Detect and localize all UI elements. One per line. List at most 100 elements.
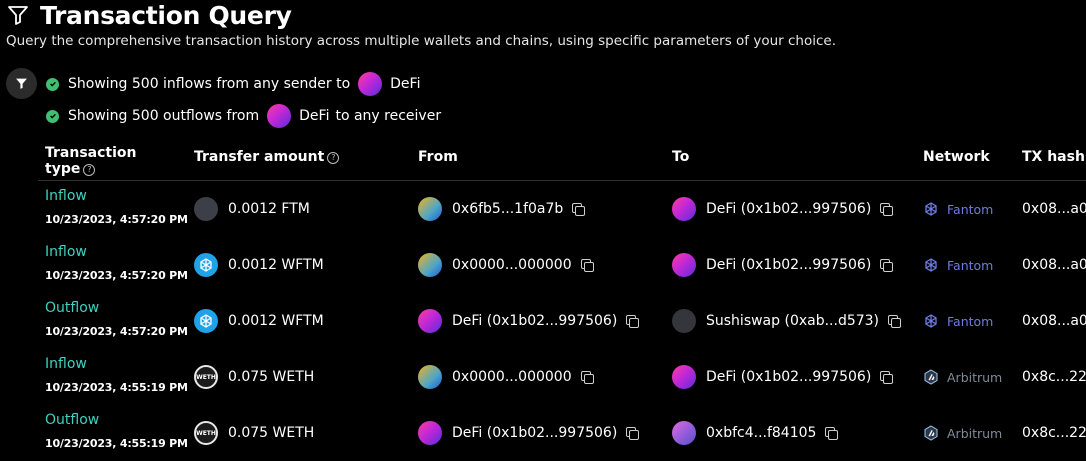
transfer-amount: WETH 0.075 WETH [194,405,314,461]
network: Fantom [923,237,993,293]
to-address[interactable]: 0xbfc4...f84105 [672,405,839,461]
copy-icon[interactable] [626,315,640,328]
copy-icon[interactable] [888,315,902,328]
header-transaction-type[interactable]: Transaction type? [45,145,137,177]
network-name: Arbitrum [947,369,1003,385]
wftm-token-icon [194,309,218,333]
copy-icon[interactable] [572,203,586,216]
address-text[interactable]: 0xbfc4...f84105 [706,425,816,441]
copy-icon[interactable] [825,427,839,440]
ftm-token-icon [194,197,218,221]
inflow-filter[interactable]: Showing 500 inflows from any sender to D… [46,72,420,96]
transaction-date: 10/23/2023, 4:57:20 PM [45,213,188,226]
copy-icon[interactable] [580,371,594,384]
copy-icon[interactable] [580,259,594,272]
tx-hash[interactable]: 0x8c...22 [1022,405,1086,461]
network-name: Arbitrum [947,425,1003,441]
transaction-type[interactable]: Outflow [45,412,99,428]
tx-hash[interactable]: 0x08...a0 [1022,237,1086,293]
transfer-amount: 0.0012 WFTM [194,293,324,349]
address-text[interactable]: DeFi (0x1b02...997506) [706,201,871,217]
header-label: Transfer amount [194,149,325,165]
entity-name[interactable]: DeFi [299,108,329,124]
address-avatar-icon [418,365,442,389]
header-transfer-amount[interactable]: Transfer amount? [194,149,340,165]
transfer-amount: WETH 0.075 WETH [194,349,314,405]
address-text[interactable]: 0x6fb5...1f0a7b [452,201,563,217]
entity-avatar-icon [358,72,383,96]
table-row[interactable]: Outflow 10/23/2023, 4:55:19 PM WETH 0.07… [0,405,1086,461]
address-text[interactable]: DeFi (0x1b02...997506) [706,369,871,385]
transaction-type[interactable]: Outflow [45,300,99,316]
filter-text: Showing 500 outflows from [68,108,260,124]
network: Arbitrum [923,349,1002,405]
copy-icon[interactable] [880,259,894,272]
transaction-type[interactable]: Inflow [45,244,87,260]
address-text[interactable]: DeFi (0x1b02...997506) [706,257,871,273]
copy-icon[interactable] [626,427,640,440]
transaction-type[interactable]: Inflow [45,188,87,204]
fantom-icon [923,201,939,217]
weth-token-icon: WETH [194,421,218,445]
filter-button[interactable] [6,68,37,99]
help-icon[interactable]: ? [327,152,340,164]
to-address[interactable]: DeFi (0x1b02...997506) [672,181,894,237]
check-circle-icon [46,109,59,123]
from-address[interactable]: 0x0000...000000 [418,237,594,293]
help-icon[interactable]: ? [83,164,96,176]
from-address[interactable]: 0x6fb5...1f0a7b [418,181,586,237]
header-to[interactable]: To [672,149,689,165]
table-row[interactable]: Inflow 10/23/2023, 4:55:19 PM WETH 0.075… [0,349,1086,405]
outflow-filter[interactable]: Showing 500 outflows from DeFi to any re… [46,104,441,128]
tx-hash[interactable]: 0x08...a0 [1022,181,1086,237]
entity-avatar-icon [672,365,696,389]
from-address[interactable]: 0x0000...000000 [418,349,594,405]
table-row[interactable]: Inflow 10/23/2023, 4:57:20 PM 0.0012 FTM… [0,181,1086,237]
address-text[interactable]: Sushiswap (0xab...d573) [706,313,879,329]
network-name: Fantom [947,201,994,217]
entity-avatar-icon [267,104,292,128]
network: Fantom [923,293,993,349]
page-title: Transaction Query [40,0,292,30]
to-address[interactable]: Sushiswap (0xab...d573) [672,293,902,349]
address-text[interactable]: 0x0000...000000 [452,369,572,385]
entity-avatar-icon [672,253,696,277]
tx-hash[interactable]: 0x8c...22 [1022,349,1086,405]
address-text[interactable]: DeFi (0x1b02...997506) [452,425,617,441]
transaction-date: 10/23/2023, 4:57:20 PM [45,325,188,338]
wftm-token-icon [194,253,218,277]
amount-text: 0.075 WETH [228,369,315,385]
copy-icon[interactable] [880,371,894,384]
amount-text: 0.0012 WFTM [228,313,324,329]
weth-token-icon: WETH [194,365,218,389]
from-address[interactable]: DeFi (0x1b02...997506) [418,405,640,461]
entity-avatar-icon [672,197,696,221]
to-address[interactable]: DeFi (0x1b02...997506) [672,237,894,293]
address-text[interactable]: 0x0000...000000 [452,257,572,273]
fantom-icon [923,257,939,273]
address-text[interactable]: DeFi (0x1b02...997506) [452,313,617,329]
from-address[interactable]: DeFi (0x1b02...997506) [418,293,640,349]
amount-text: 0.075 WETH [228,425,315,441]
header-from[interactable]: From [418,149,458,165]
to-address[interactable]: DeFi (0x1b02...997506) [672,349,894,405]
transaction-type[interactable]: Inflow [45,356,87,372]
amount-text: 0.0012 FTM [228,201,310,217]
address-avatar-icon [672,421,696,445]
network: Fantom [923,181,993,237]
table-row[interactable]: Outflow 10/23/2023, 4:57:20 PM 0.0012 WF… [0,293,1086,349]
transaction-date: 10/23/2023, 4:55:19 PM [45,381,188,394]
header-tx-hash[interactable]: TX hash [1022,149,1085,165]
check-circle-icon [46,77,59,91]
arbitrum-icon [923,369,939,385]
header-network[interactable]: Network [923,149,990,165]
amount-text: 0.0012 WFTM [228,257,324,273]
tx-hash[interactable]: 0x08...a0 [1022,293,1086,349]
entity-name[interactable]: DeFi [390,76,420,92]
address-avatar-icon [418,253,442,277]
transfer-amount: 0.0012 WFTM [194,237,324,293]
sushiswap-avatar-icon [672,309,696,333]
table-row[interactable]: Inflow 10/23/2023, 4:57:20 PM 0.0012 WFT… [0,237,1086,293]
copy-icon[interactable] [880,203,894,216]
arbitrum-icon [923,425,939,441]
